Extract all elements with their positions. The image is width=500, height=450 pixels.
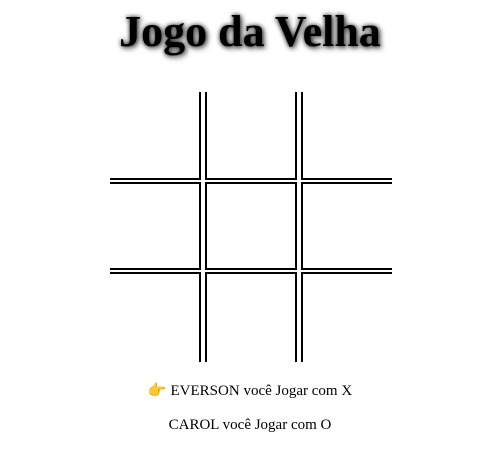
tic-tac-toe-board xyxy=(110,92,392,362)
board-cell-4[interactable] xyxy=(110,182,201,270)
board-cell-7[interactable] xyxy=(110,272,201,362)
board-cell-6[interactable] xyxy=(301,182,392,270)
players-panel: 👉 EVERSON você Jogar com X CAROL você Jog… xyxy=(0,378,500,437)
pointing-hand-icon: 👉 xyxy=(147,381,167,399)
player-1-name: EVERSON xyxy=(170,383,240,399)
player-1-row: 👉 EVERSON você Jogar com X xyxy=(0,378,500,402)
player-2-row: CAROL você Jogar com O xyxy=(0,413,500,437)
board-cell-1[interactable] xyxy=(110,92,201,180)
player-2-name: CAROL xyxy=(168,417,219,433)
player-1-instruction: você Jogar com X xyxy=(243,383,353,399)
player-2-instruction: você Jogar com O xyxy=(222,417,332,433)
board-cell-5[interactable] xyxy=(205,182,297,270)
board-cell-9[interactable] xyxy=(301,272,392,362)
game-title: Jogo da Velha xyxy=(119,7,381,56)
board-cell-2[interactable] xyxy=(205,92,297,180)
board-cell-3[interactable] xyxy=(301,92,392,180)
board-cell-8[interactable] xyxy=(205,272,297,362)
